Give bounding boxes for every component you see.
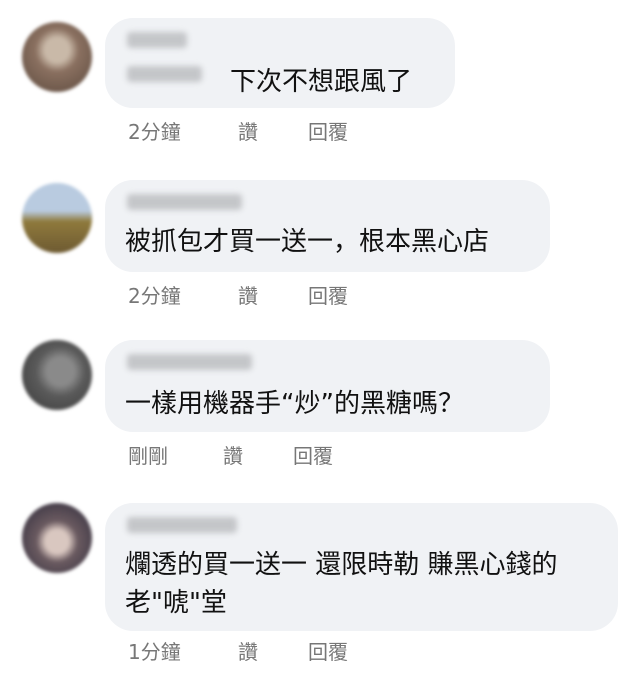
like-button[interactable]: 讚: [223, 440, 243, 469]
commenter-name-redacted: [127, 517, 237, 533]
like-button[interactable]: 讚: [238, 116, 258, 145]
comment-time: 2分鐘: [128, 120, 181, 144]
like-button[interactable]: 讚: [238, 636, 258, 665]
comment-text: 老"唬"堂: [125, 588, 227, 618]
reply-button[interactable]: 回覆: [308, 116, 348, 145]
avatar[interactable]: [22, 22, 92, 92]
commenter-name-redacted: [127, 194, 242, 210]
reply-button[interactable]: 回覆: [308, 636, 348, 665]
commenter-name-redacted: [127, 66, 202, 82]
comment-text: 爛透的買一送一 還限時勒 賺黑心錢的: [125, 550, 558, 580]
like-button[interactable]: 讚: [238, 280, 258, 309]
reply-button[interactable]: 回覆: [293, 440, 333, 469]
comment-text: 下次不想跟風了: [230, 67, 413, 97]
comment-time: 2分鐘: [128, 284, 181, 308]
comment-bubble: 被抓包才買一送一，根本黑心店: [105, 180, 550, 272]
comment-bubble: 下次不想跟風了: [105, 18, 455, 108]
comment-bubble: 爛透的買一送一 還限時勒 賺黑心錢的 老"唬"堂: [105, 503, 618, 631]
avatar[interactable]: [22, 183, 92, 253]
comment-time: 剛剛: [128, 444, 168, 468]
avatar[interactable]: [22, 503, 92, 573]
comment-text: 一樣用機器手“炒”的黑糖嗎？: [125, 389, 464, 419]
commenter-name-redacted[interactable]: [127, 32, 187, 48]
avatar[interactable]: [22, 340, 92, 410]
reply-button[interactable]: 回覆: [308, 280, 348, 309]
commenter-name-redacted: [127, 354, 252, 370]
comment-time: 1分鐘: [128, 640, 181, 664]
comment-bubble: 一樣用機器手“炒”的黑糖嗎？: [105, 340, 550, 432]
comment-text: 被抓包才買一送一，根本黑心店: [125, 227, 490, 257]
